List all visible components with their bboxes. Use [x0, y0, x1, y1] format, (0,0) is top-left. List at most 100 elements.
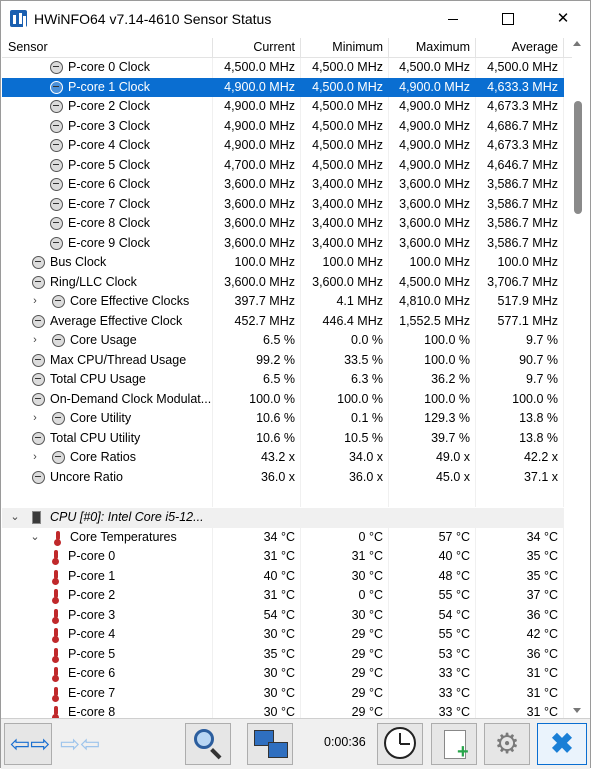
- sensor-row[interactable]: E-core 8 30 °C 29 °C 33 °C 31 °C: [2, 703, 564, 718]
- sensor-search-button[interactable]: [185, 723, 231, 765]
- minimize-button[interactable]: [430, 1, 476, 37]
- sensor-row[interactable]: Total CPU Utility 10.6 % 10.5 % 39.7 % 13.8 …: [2, 428, 564, 448]
- sensor-row[interactable]: Uncore Ratio 36.0 x 36.0 x 45.0 x 37.1 x: [2, 467, 564, 487]
- sensor-row[interactable]: P-core 5 35 °C 29 °C 53 °C 36 °C: [2, 644, 564, 664]
- clock-icon: [384, 727, 416, 759]
- sensor-row[interactable]: ⌄ Core Temperatures 34 °C 0 °C 57 °C 34 °C: [2, 527, 564, 548]
- sensor-row[interactable]: P-core 3 54 °C 30 °C 54 °C 36 °C: [2, 605, 564, 625]
- sensor-label: P-core 0: [68, 549, 116, 563]
- maximum-value: 55 °C: [389, 586, 476, 606]
- sensor-row[interactable]: [2, 487, 564, 508]
- average-value: 35 °C: [476, 566, 564, 586]
- maximum-value: 4,900.0 MHz: [389, 77, 476, 97]
- reset-timer-button[interactable]: [377, 723, 423, 765]
- sensor-row[interactable]: P-core 2 31 °C 0 °C 55 °C 37 °C: [2, 586, 564, 606]
- maximum-value: 3,600.0 MHz: [389, 214, 476, 234]
- sensor-row[interactable]: E-core 9 Clock 3,600.0 MHz 3,400.0 MHz 3,60…: [2, 233, 564, 253]
- sensor-row[interactable]: Total CPU Usage 6.5 % 6.3 % 36.2 % 9.7 %: [2, 370, 564, 390]
- maximum-value: 33 °C: [389, 664, 476, 684]
- sensor-row[interactable]: P-core 1 40 °C 30 °C 48 °C 35 °C: [2, 566, 564, 586]
- column-header-current[interactable]: Current: [213, 38, 301, 57]
- sensor-row[interactable]: E-core 6 Clock 3,600.0 MHz 3,400.0 MHz 3,60…: [2, 175, 564, 195]
- sensor-row[interactable]: Average Effective Clock 452.7 MHz 446.4 MH…: [2, 311, 564, 331]
- sensor-label: P-core 4: [68, 627, 116, 641]
- sensor-row[interactable]: Max CPU/Thread Usage 99.2 % 33.5 % 100.0 % 9…: [2, 350, 564, 370]
- sensor-row[interactable]: E-core 7 30 °C 29 °C 33 °C 31 °C: [2, 683, 564, 703]
- clock-sensor-icon: [32, 275, 45, 289]
- scroll-up-arrow-icon[interactable]: [573, 41, 581, 46]
- vertical-scrollbar[interactable]: [572, 38, 590, 718]
- scroll-down-arrow-icon[interactable]: [573, 708, 581, 713]
- sensor-row[interactable]: E-core 6 30 °C 29 °C 33 °C 31 °C: [2, 664, 564, 684]
- expand-chevron-icon[interactable]: ›: [30, 331, 40, 351]
- sensor-row[interactable]: P-core 5 Clock 4,700.0 MHz 4,500.0 MHz 4,90…: [2, 155, 564, 175]
- column-header-maximum[interactable]: Maximum: [389, 38, 476, 57]
- sensor-row[interactable]: P-core 1 Clock 4,900.0 MHz 4,500.0 MHz 4,90…: [2, 77, 564, 97]
- expand-columns-button[interactable]: ⇦⇨: [4, 723, 52, 765]
- column-header-minimum[interactable]: Minimum: [301, 38, 389, 57]
- sensor-row[interactable]: Ring/LLC Clock 3,600.0 MHz 3,600.0 MHz 4,50…: [2, 272, 564, 292]
- column-header-average[interactable]: Average: [476, 38, 564, 57]
- average-value: 34 °C: [476, 527, 564, 547]
- sensor-status-window: HWiNFO64 v7.14-4610 Sensor Status ✕ Sens…: [0, 0, 591, 769]
- minimum-value: 3,400.0 MHz: [301, 214, 389, 234]
- average-value: 100.0 MHz: [476, 253, 564, 273]
- thermometer-icon: [54, 530, 61, 546]
- sensor-name-cell: E-core 9 Clock: [2, 233, 213, 253]
- minimum-value: [301, 508, 389, 528]
- sensor-row[interactable]: P-core 0 31 °C 31 °C 40 °C 35 °C: [2, 547, 564, 567]
- current-value: 10.6 %: [213, 428, 301, 448]
- minimum-value: 3,400.0 MHz: [301, 175, 389, 195]
- maximum-value: 4,810.0 MHz: [389, 292, 476, 312]
- minimum-value: [301, 487, 389, 507]
- minimum-value: 4.1 MHz: [301, 292, 389, 312]
- scrollbar-thumb[interactable]: [574, 101, 582, 214]
- sensor-row[interactable]: P-core 0 Clock 4,500.0 MHz 4,500.0 MHz 4,50…: [2, 58, 564, 78]
- sensor-row[interactable]: E-core 7 Clock 3,600.0 MHz 3,400.0 MHz 3,60…: [2, 194, 564, 214]
- sensor-label: Core Utility: [70, 411, 132, 425]
- column-header-sensor[interactable]: Sensor: [2, 38, 213, 57]
- clock-sensor-icon: [52, 334, 65, 347]
- sensor-row[interactable]: P-core 2 Clock 4,900.0 MHz 4,500.0 MHz 4,90…: [2, 97, 564, 117]
- collapse-chevron-icon[interactable]: ⌄: [10, 508, 20, 528]
- sensor-label: P-core 1: [68, 568, 116, 583]
- title-bar[interactable]: HWiNFO64 v7.14-4610 Sensor Status ✕: [1, 1, 590, 37]
- sensor-row[interactable]: › Core Ratios 43.2 x 34.0 x 49.0 x 42.2 x: [2, 448, 564, 468]
- average-value: 9.7 %: [476, 331, 564, 351]
- sensor-label: P-core 1 Clock: [68, 79, 150, 94]
- current-value: 3,600.0 MHz: [213, 175, 301, 195]
- sensor-row[interactable]: P-core 4 30 °C 29 °C 55 °C 42 °C: [2, 625, 564, 645]
- minimum-value: 0.1 %: [301, 409, 389, 429]
- clock-sensor-icon: [32, 353, 45, 367]
- close-window-button[interactable]: ✕: [540, 1, 586, 37]
- close-sensors-button[interactable]: ✖: [537, 723, 587, 765]
- logging-button[interactable]: [431, 723, 477, 765]
- sensor-label: On-Demand Clock Modulat...: [50, 391, 212, 406]
- sensor-row[interactable]: E-core 8 Clock 3,600.0 MHz 3,400.0 MHz 3,60…: [2, 214, 564, 234]
- average-value: 4,500.0 MHz: [476, 58, 564, 78]
- sensor-row[interactable]: On-Demand Clock Modulat... 100.0 % 100.0 %…: [2, 389, 564, 409]
- network-button[interactable]: [247, 723, 293, 765]
- expand-chevron-icon[interactable]: ›: [30, 409, 40, 429]
- sensor-row[interactable]: › Core Usage 6.5 % 0.0 % 100.0 % 9.7 %: [2, 331, 564, 351]
- thermometer-icon: [52, 686, 59, 702]
- sensor-table[interactable]: Sensor Current Minimum Maximum Average P…: [2, 38, 573, 718]
- sensor-group-header[interactable]: ⌄ CPU [#0]: Intel Core i5-12...: [2, 508, 564, 528]
- sensor-row[interactable]: Bus Clock 100.0 MHz 100.0 MHz 100.0 MHz 100.…: [2, 253, 564, 273]
- minimum-value: 31 °C: [301, 547, 389, 567]
- sensor-label: P-core 3 Clock: [68, 118, 150, 133]
- maximize-button[interactable]: [485, 1, 531, 37]
- sensor-row[interactable]: › Core Effective Clocks 397.7 MHz 4.1 MHz 4,…: [2, 292, 564, 312]
- minimum-value: 4,500.0 MHz: [301, 116, 389, 136]
- expand-chevron-icon[interactable]: ›: [30, 292, 40, 312]
- sensor-label: Max CPU/Thread Usage: [50, 352, 187, 367]
- collapse-columns-button[interactable]: ⇨⇦: [54, 723, 102, 765]
- sensor-row[interactable]: P-core 4 Clock 4,900.0 MHz 4,500.0 MHz 4,90…: [2, 136, 564, 156]
- sensor-row[interactable]: P-core 3 Clock 4,900.0 MHz 4,500.0 MHz 4,90…: [2, 116, 564, 136]
- collapse-chevron-icon[interactable]: ⌄: [30, 528, 40, 548]
- sensor-row[interactable]: › Core Utility 10.6 % 0.1 % 129.3 % 13.8 %: [2, 409, 564, 429]
- settings-button[interactable]: ⚙: [484, 723, 530, 765]
- expand-chevron-icon[interactable]: ›: [30, 448, 40, 468]
- current-value: 43.2 x: [213, 448, 301, 468]
- sensor-name-cell: P-core 3 Clock: [2, 116, 213, 136]
